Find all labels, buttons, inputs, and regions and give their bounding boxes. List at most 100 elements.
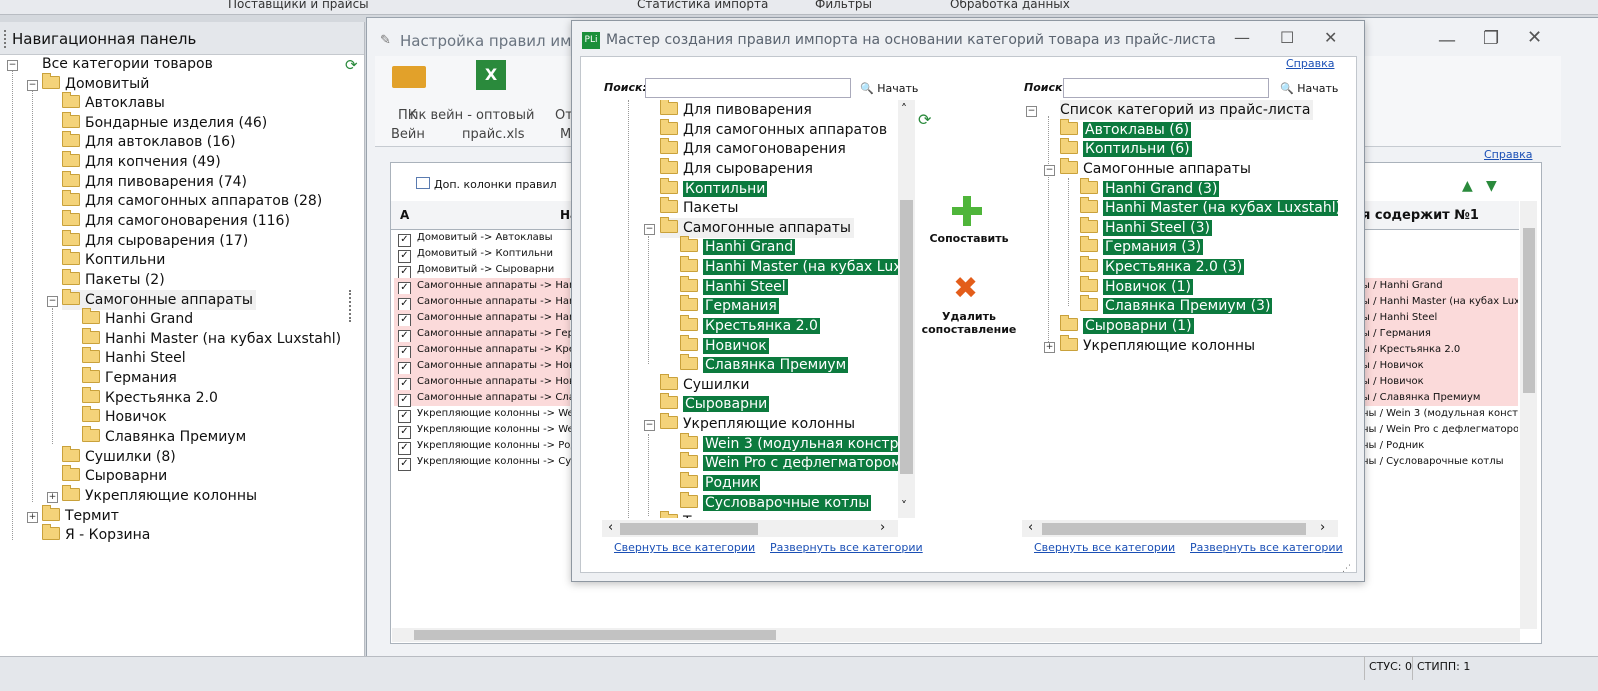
tree-item[interactable]: Для самогоноварения (116) [62,210,290,231]
tree-item[interactable]: Для пивоварения (74) [62,171,247,192]
tree-item-matched[interactable]: Коптильни (6) [1060,138,1192,159]
close-icon[interactable]: ✕ [1324,28,1337,47]
tree-item[interactable]: Для самогонных аппаратов (28) [62,190,322,211]
scroll-thumb[interactable] [414,630,776,640]
tree-item[interactable]: Для копчения (49) [62,151,221,172]
expand-toggle[interactable]: + [1044,342,1055,353]
expand-toggle[interactable]: + [47,492,58,503]
minimize-icon[interactable]: — [1234,28,1250,47]
scroll-thumb[interactable] [1042,523,1306,535]
chevron-right-icon[interactable]: › [1320,520,1325,535]
menu-data-processing[interactable]: Обработка данных [950,0,1070,11]
expand-toggle[interactable]: − [7,60,18,71]
expand-toggle[interactable]: + [27,512,38,523]
tree-item[interactable]: Для самогоноварения [660,138,846,159]
search-input[interactable] [1063,78,1269,98]
tree-item[interactable]: Крестьянка 2.0 [82,387,218,408]
tree-item-all[interactable]: Все категории товаров [42,54,213,74]
expand-all-link[interactable]: Развернуть все категории [1190,541,1343,554]
table-row[interactable]: ✓ Укрепляющие колонны -> Сусл [394,454,583,471]
chevron-up-icon[interactable]: ˄ [901,102,907,116]
match-button[interactable]: Сопоставить [924,232,1014,245]
table-row[interactable]: ✓ Самогонные аппараты -> Слав [394,390,581,407]
tree-item[interactable]: Для сыроварения (17) [62,230,248,251]
tree-root[interactable]: Список категорий из прайс-листа [1060,100,1314,120]
table-row[interactable]: ✓ Самогонные аппараты -> Нови [394,358,581,375]
table-row[interactable]: ✓ Самогонные аппараты -> Крес [394,342,580,359]
restore-icon[interactable]: ❐ [1483,28,1499,49]
chevron-left-icon[interactable]: ‹ [1028,520,1033,535]
unmatch-button[interactable]: Удалить сопоставление [920,310,1018,336]
tree-item[interactable]: Коптильни [62,249,165,270]
tree-item-selected[interactable]: Самогонные аппараты [62,289,256,310]
scroll-thumb[interactable] [900,200,913,474]
tree-item[interactable]: Славянка Премиум [82,426,246,447]
tree-item-matched[interactable]: Wein 3 (модульная конструк [680,433,898,454]
expand-toggle[interactable]: − [27,80,38,91]
tree-item-matched[interactable]: Hanhi Grand [680,236,796,257]
tree-item[interactable]: Укрепляющие колонны [1060,335,1255,356]
minimize-icon[interactable]: — [1438,30,1456,51]
tree-item-matched[interactable]: Сыроварни [660,393,770,414]
chevron-right-icon[interactable]: › [880,520,885,535]
table-row[interactable]: ✓ Самогонные аппараты -> Герм [394,326,581,343]
tree-item[interactable]: Для автоклавов (16) [62,131,236,152]
table-row[interactable]: ✓ Самогонные аппараты -> Нови [394,374,581,391]
tree-item[interactable]: Пакеты (2) [62,269,165,290]
tree-item-matched[interactable]: Германия (3) [1080,236,1204,257]
expand-toggle[interactable]: − [47,296,58,307]
table-row[interactable]: ✓ Укрепляющие колонны -> Wein [394,406,583,423]
table-row[interactable]: ✓ Домовитый -> Автоклавы [394,230,553,247]
tree-item-matched[interactable]: Германия [680,295,779,316]
tree-item-matched[interactable]: Сусловарочные котлы [680,492,872,513]
table-row[interactable]: ✓ Самогонные аппараты -> Hanh [394,278,582,295]
plus-icon[interactable] [952,196,982,226]
maximize-icon[interactable]: ☐ [1280,28,1294,47]
tree-item[interactable]: Германия [82,367,177,388]
refresh-icon[interactable]: ⟳ [345,56,358,74]
collapse-all-link[interactable]: Свернуть все категории [1034,541,1175,554]
tree-item[interactable]: Сыроварни [62,465,167,486]
column-header-contains[interactable]: я содержит №1 [1362,208,1479,223]
table-row[interactable]: ✓ Самогонные аппараты -> Hanh [394,294,582,311]
table-row[interactable]: ✓ Укрепляющие колонны -> Родн [394,438,584,455]
tree-item-matched[interactable]: Hanhi Grand (3) [1080,178,1220,199]
delete-icon[interactable]: ✖ [953,274,978,304]
tree-item[interactable]: Самогонные аппараты [1060,158,1251,179]
chevron-down-icon[interactable]: ˅ [901,499,907,513]
tree-item-matched[interactable]: Сыроварни (1) [1060,315,1194,336]
move-down-icon[interactable]: ▼ [1486,178,1497,194]
tree-item[interactable]: Т [660,511,692,518]
tree-item-matched[interactable]: Новичок (1) [1080,276,1194,297]
search-start-button[interactable]: 🔍 Начать [1280,82,1338,95]
table-row[interactable]: ✓ Домовитый -> Сыроварни [394,262,554,279]
sync-icon[interactable]: ⟳ [918,110,931,129]
ribbon-button-vein[interactable]: Вейн [391,127,425,142]
tree-item-domovity[interactable]: Домовитый [42,73,149,94]
expand-toggle[interactable]: − [1044,165,1055,176]
expand-toggle[interactable]: − [644,420,655,431]
scroll-thumb[interactable] [1523,228,1535,393]
tree-item-matched[interactable]: Крестьянка 2.0 [680,315,820,336]
tree-item-matched[interactable]: Hanhi Steel [680,276,788,297]
table-row[interactable]: ✓ Самогонные аппараты -> Hanh [394,310,582,327]
column-header-a[interactable]: A [400,208,409,222]
menu-suppliers[interactable]: Поставщики и прайсы [228,0,369,11]
tree-item-matched[interactable]: Hanhi Master (на кубах Luxst [680,256,898,277]
menu-import-stats[interactable]: Статистика импорта [637,0,768,11]
chevron-left-icon[interactable]: ‹ [608,520,613,535]
tree-item[interactable]: Для пивоварения [660,100,812,120]
tree-item[interactable]: Hanhi Steel [82,347,186,368]
tree-item[interactable]: Для сыроварения [660,158,813,179]
collapse-all-link[interactable]: Свернуть все категории [614,541,755,554]
table-row[interactable]: ✓ Укрепляющие колонны -> Wein [394,422,583,439]
tree-item[interactable]: Пакеты [660,197,738,218]
tree-item[interactable]: Сушилки [660,374,749,395]
tree-item-matched[interactable]: Hanhi Master (на кубах Luxstahl) (3 [1080,197,1338,218]
ribbon-button-price[interactable]: пк вейн - оптовый [410,108,534,123]
extra-columns-button[interactable]: Доп. колонки правил [416,177,557,191]
tree-item[interactable]: Бондарные изделия (46) [62,112,267,133]
tree-item[interactable]: Термит [42,505,119,526]
tree-item[interactable]: Я - Корзина [42,524,150,545]
help-link[interactable]: Справка [1286,57,1334,70]
